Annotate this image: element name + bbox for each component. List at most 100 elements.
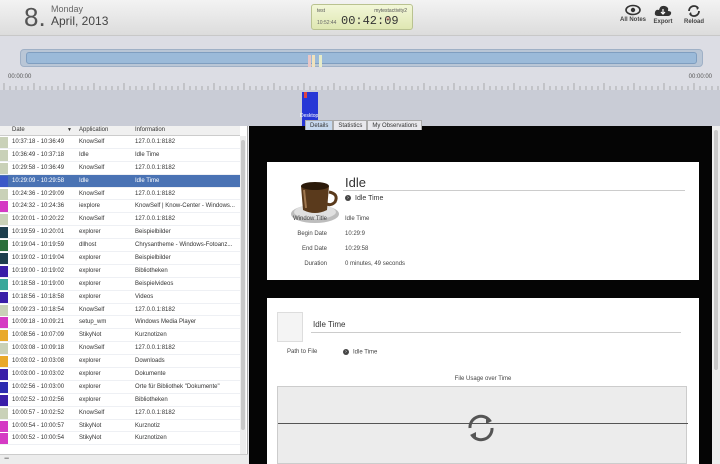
month-year-label: April, 2013 <box>51 14 109 28</box>
table-row[interactable]: 10:19:02 - 10:19:04 explorer Beispielbilde… <box>0 252 240 265</box>
table-row[interactable]: 10:37:18 - 10:36:49 KnowSelf 127.0.0.1:818… <box>0 136 240 149</box>
row-application: explorer <box>79 371 101 378</box>
export-label: Export <box>653 19 673 25</box>
app-color-swatch <box>0 291 8 303</box>
timer-close-icon[interactable]: × <box>386 16 390 23</box>
activity-subtitle-text: Idle Time <box>355 195 384 202</box>
app-color-swatch <box>0 394 8 406</box>
detail-scrollbar[interactable] <box>712 126 720 464</box>
app-color-swatch <box>0 214 8 226</box>
file-usage-chart <box>277 386 688 464</box>
row-application: explorer <box>79 358 101 365</box>
detail-field-label: Window Title <box>292 216 327 222</box>
all-notes-label: All Notes <box>619 17 646 23</box>
table-row[interactable]: 10:24:36 - 10:29:09 KnowSelf 127.0.0.1:818… <box>0 188 240 201</box>
table-row[interactable]: 10:36:49 - 10:37:18 Idle Idle Time <box>0 149 240 162</box>
table-row[interactable]: 10:00:52 - 10:00:54 StikyNot Kurznotizen <box>0 432 240 446</box>
row-application: StikyNot <box>79 422 102 429</box>
row-date: 10:19:04 - 10:19:59 <box>12 242 65 249</box>
activity-timer[interactable]: test mytestactivity2 10:52:44 00:42:09 × <box>311 4 413 30</box>
timeline-scrollbar[interactable] <box>20 49 703 67</box>
all-notes-button[interactable]: All Notes <box>618 4 648 23</box>
table-row[interactable]: 10:00:54 - 10:00:57 StikyNot Kurznotiz <box>0 420 240 433</box>
collapse-button[interactable]: − <box>4 453 9 463</box>
table-row[interactable]: 10:09:23 - 10:18:54 KnowSelf 127.0.0.1:818… <box>0 304 240 317</box>
table-row[interactable]: 10:19:59 - 10:20:01 explorer Beispielbilde… <box>0 226 240 240</box>
detail-field-label: End Date <box>301 246 327 252</box>
table-row[interactable]: 10:03:08 - 10:09:18 KnowSelf 127.0.0.1:818… <box>0 342 240 356</box>
app-color-swatch <box>0 175 8 187</box>
table-row[interactable]: 10:20:01 - 10:20:22 KnowSelf 127.0.0.1:818… <box>0 213 240 227</box>
table-row[interactable]: 10:29:09 - 10:29:58 Idle Idle Time <box>0 174 240 188</box>
reload-button[interactable]: Reload <box>679 4 709 25</box>
app-color-swatch <box>0 420 8 432</box>
table-row[interactable]: 10:24:32 - 10:24:36 iexplore KnowSelf | Kn… <box>0 200 240 214</box>
export-button[interactable]: Export <box>648 4 678 25</box>
table-row[interactable]: 10:02:52 - 10:02:56 explorer Bibliotheken <box>0 394 240 407</box>
timeline-scroll-thumb[interactable] <box>26 52 697 67</box>
app-color-swatch <box>0 149 8 161</box>
row-date: 10:03:02 - 10:03:08 <box>12 358 65 365</box>
timer-left-label: test <box>317 8 326 14</box>
tab-my-observations[interactable]: My Observations <box>367 120 423 130</box>
column-date[interactable]: Date <box>12 127 25 133</box>
app-color-swatch <box>0 304 8 316</box>
row-information: Beispielvideos <box>135 280 174 287</box>
row-date: 10:08:56 - 10:07:09 <box>12 332 65 339</box>
coffee-mug-icon <box>291 182 339 223</box>
table-row[interactable]: 10:02:56 - 10:03:00 explorer Orte für Bibl… <box>0 381 240 394</box>
table-row[interactable]: 10:03:02 - 10:03:08 explorer Downloads <box>0 355 240 369</box>
table-row[interactable]: 10:03:00 - 10:03:02 explorer Dokumente <box>0 368 240 381</box>
app-color-swatch <box>0 381 8 393</box>
tab-statistics[interactable]: Statistics <box>333 120 368 130</box>
detail-pane: Idle › Idle Time Window Title Idle Time Beg… <box>249 126 712 464</box>
header-bar: 8. Monday April, 2013 test mytestactivit… <box>0 0 720 36</box>
table-row[interactable]: 10:09:18 - 10:09:21 setup_wm Windows Media… <box>0 316 240 330</box>
row-date: 10:03:00 - 10:03:02 <box>12 371 65 378</box>
row-application: Idle <box>79 151 89 158</box>
detail-tabs: Details Statistics My Observations <box>305 120 423 130</box>
row-date: 10:24:32 - 10:24:36 <box>12 203 65 210</box>
row-application: KnowSelf <box>79 345 105 352</box>
cloud-icon <box>654 5 672 16</box>
row-date: 10:24:36 - 10:29:09 <box>12 190 65 197</box>
activity-subtitle: › Idle Time <box>345 195 383 202</box>
row-application: explorer <box>79 229 101 236</box>
table-row[interactable]: 10:18:56 - 10:18:58 explorer Videos <box>0 291 240 304</box>
detail-field-value: 0 minutes, 49 seconds <box>345 261 406 267</box>
timeline-marker <box>312 55 315 67</box>
table-row[interactable]: 10:18:58 - 10:19:00 explorer Beispielvideo… <box>0 278 240 291</box>
row-date: 10:09:18 - 10:09:21 <box>12 319 65 326</box>
row-information: Downloads <box>135 358 165 365</box>
app-color-swatch <box>0 253 8 265</box>
table-row[interactable]: 10:08:56 - 10:07:09 StikyNot Kurznotizen <box>0 329 240 343</box>
column-information[interactable]: Information <box>135 127 165 133</box>
row-information: Kurznotizen <box>135 435 167 442</box>
sort-desc-icon[interactable]: ▼ <box>67 127 72 133</box>
table-row[interactable]: 10:19:00 - 10:19:02 explorer Bibliotheken <box>0 265 240 278</box>
row-application: KnowSelf <box>79 306 105 313</box>
row-date: 10:36:49 - 10:37:18 <box>12 151 65 158</box>
detail-scroll-thumb[interactable] <box>714 130 718 370</box>
tab-details[interactable]: Details <box>305 120 334 130</box>
detail-field-label: Duration <box>304 261 327 267</box>
table-scrollbar[interactable] <box>240 136 246 454</box>
table-row[interactable]: 10:00:57 - 10:02:52 KnowSelf 127.0.0.1:818… <box>0 407 240 420</box>
row-information: Videos <box>135 293 154 300</box>
table-scroll-thumb[interactable] <box>241 140 245 430</box>
table-row[interactable]: 10:29:58 - 10:36:49 KnowSelf 127.0.0.1:818… <box>0 162 240 175</box>
row-information: Beispielbilder <box>135 255 171 262</box>
row-date: 10:29:58 - 10:36:49 <box>12 164 65 171</box>
document-icon <box>277 312 303 342</box>
timeline-marker <box>308 55 311 67</box>
reload-icon <box>688 5 700 17</box>
column-application[interactable]: Application <box>79 127 108 133</box>
row-information: Idle Time <box>135 151 160 158</box>
timeline-area[interactable]: 00:00:00 00:00:00 Desktop <box>0 36 720 126</box>
table-row[interactable]: 10:19:04 - 10:19:59 dllhost Chrysantheme -… <box>0 239 240 253</box>
row-information: 127.0.0.1:8182 <box>135 216 176 223</box>
timer-start-time: 10:52:44 <box>317 20 337 26</box>
row-information: Dokumente <box>135 371 166 378</box>
row-application: explorer <box>79 383 101 390</box>
row-information: 127.0.0.1:8182 <box>135 345 176 352</box>
